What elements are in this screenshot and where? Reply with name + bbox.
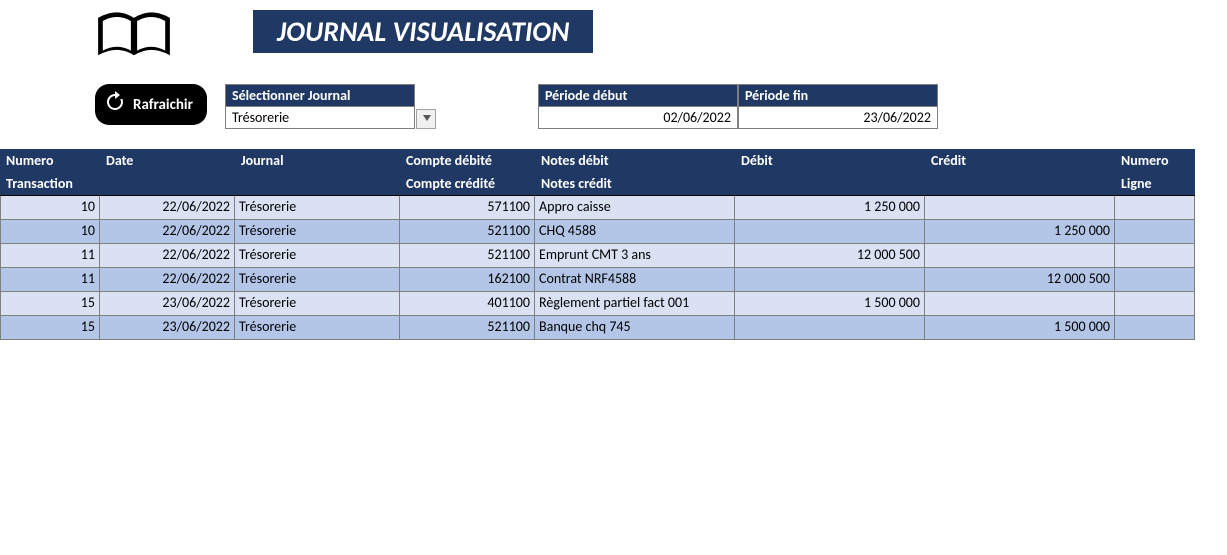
col-head-numero: Numero <box>0 149 100 172</box>
cell-num[interactable]: 15 <box>0 292 100 316</box>
cell-account[interactable]: 521100 <box>400 220 535 244</box>
col-head-compte-2: Compte crédité <box>400 172 535 196</box>
cell-date[interactable]: 22/06/2022 <box>100 268 235 292</box>
cell-journal[interactable]: Trésorerie <box>235 196 400 220</box>
cell-line[interactable] <box>1115 292 1195 316</box>
cell-num[interactable]: 10 <box>0 196 100 220</box>
chevron-down-icon <box>423 115 431 121</box>
col-head-credit-2 <box>925 172 1115 196</box>
book-icon <box>95 10 173 64</box>
col-head-ligne: Numero <box>1115 149 1195 172</box>
refresh-label: Rafraichir <box>133 96 193 114</box>
col-head-journal: Journal <box>235 149 400 172</box>
journal-selector-value: Trésorerie <box>232 109 289 126</box>
cell-line[interactable] <box>1115 196 1195 220</box>
page-title: JOURNAL VISUALISATION <box>253 10 593 53</box>
cell-num[interactable]: 10 <box>0 220 100 244</box>
cell-journal[interactable]: Trésorerie <box>235 292 400 316</box>
cell-date[interactable]: 22/06/2022 <box>100 196 235 220</box>
cell-line[interactable] <box>1115 268 1195 292</box>
cell-date[interactable]: 23/06/2022 <box>100 292 235 316</box>
col-head-debit-2 <box>735 172 925 196</box>
cell-credit[interactable] <box>925 196 1115 220</box>
journal-selector[interactable]: Trésorerie <box>225 107 415 129</box>
refresh-button[interactable]: Rafraichir <box>95 84 207 125</box>
cell-credit[interactable]: 1 500 000 <box>925 316 1115 340</box>
cell-account[interactable]: 521100 <box>400 244 535 268</box>
cell-debit[interactable]: 12 000 500 <box>735 244 925 268</box>
cell-debit[interactable]: 1 250 000 <box>735 196 925 220</box>
cell-account[interactable]: 521100 <box>400 316 535 340</box>
cell-notes[interactable]: Contrat NRF4588 <box>535 268 735 292</box>
cell-line[interactable] <box>1115 220 1195 244</box>
cell-notes[interactable]: Emprunt CMT 3 ans <box>535 244 735 268</box>
cell-credit[interactable] <box>925 292 1115 316</box>
cell-journal[interactable]: Trésorerie <box>235 316 400 340</box>
cell-line[interactable] <box>1115 316 1195 340</box>
col-head-compte: Compte débité <box>400 149 535 172</box>
period-start-label: Période début <box>538 84 738 107</box>
refresh-icon <box>103 90 127 119</box>
cell-credit[interactable] <box>925 244 1115 268</box>
period-end-value[interactable]: 23/06/2022 <box>738 107 938 129</box>
cell-date[interactable]: 22/06/2022 <box>100 244 235 268</box>
cell-account[interactable]: 571100 <box>400 196 535 220</box>
cell-notes[interactable]: Banque chq 745 <box>535 316 735 340</box>
cell-date[interactable]: 23/06/2022 <box>100 316 235 340</box>
cell-account[interactable]: 162100 <box>400 268 535 292</box>
cell-debit[interactable] <box>735 316 925 340</box>
col-head-date: Date <box>100 149 235 172</box>
journal-selector-label: Sélectionner Journal <box>225 84 415 107</box>
cell-date[interactable]: 22/06/2022 <box>100 220 235 244</box>
cell-debit[interactable] <box>735 220 925 244</box>
cell-notes[interactable]: Appro caisse <box>535 196 735 220</box>
cell-notes[interactable]: CHQ 4588 <box>535 220 735 244</box>
col-head-journal-2 <box>235 172 400 196</box>
col-head-date-2 <box>100 172 235 196</box>
cell-journal[interactable]: Trésorerie <box>235 268 400 292</box>
journal-table: Numero Date Journal Compte débité Notes … <box>0 149 1210 340</box>
cell-num[interactable]: 11 <box>0 244 100 268</box>
col-head-notes: Notes débit <box>535 149 735 172</box>
cell-journal[interactable]: Trésorerie <box>235 220 400 244</box>
col-head-ligne-2: Ligne <box>1115 172 1195 196</box>
cell-debit[interactable]: 1 500 000 <box>735 292 925 316</box>
cell-credit[interactable]: 1 250 000 <box>925 220 1115 244</box>
cell-debit[interactable] <box>735 268 925 292</box>
col-head-numero-2: Transaction <box>0 172 100 196</box>
cell-notes[interactable]: Règlement partiel fact 001 <box>535 292 735 316</box>
cell-credit[interactable]: 12 000 500 <box>925 268 1115 292</box>
cell-num[interactable]: 11 <box>0 268 100 292</box>
col-head-notes-2: Notes crédit <box>535 172 735 196</box>
period-end-label: Période fin <box>738 84 938 107</box>
cell-line[interactable] <box>1115 244 1195 268</box>
cell-journal[interactable]: Trésorerie <box>235 244 400 268</box>
col-head-debit: Débit <box>735 149 925 172</box>
cell-num[interactable]: 15 <box>0 316 100 340</box>
cell-account[interactable]: 401100 <box>400 292 535 316</box>
col-head-credit: Crédit <box>925 149 1115 172</box>
period-start-value[interactable]: 02/06/2022 <box>538 107 738 129</box>
